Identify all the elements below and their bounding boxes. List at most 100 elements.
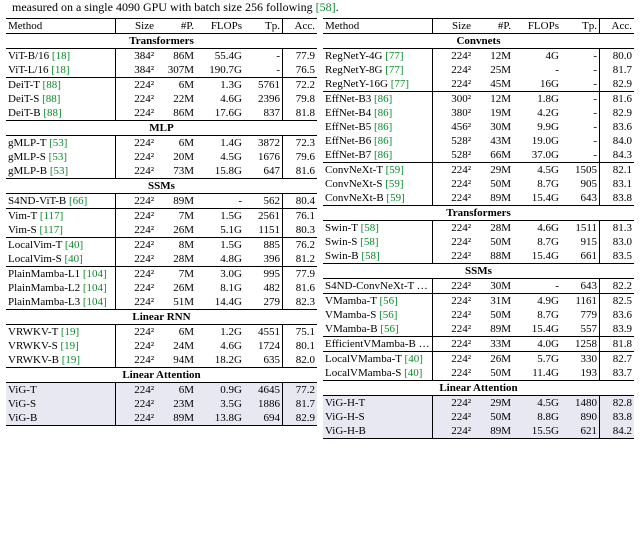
- flops-cell: 15.8G: [196, 164, 244, 179]
- caption-reference-link[interactable]: [58]: [316, 0, 336, 14]
- method-cell: gMLP-B [53]: [6, 164, 116, 179]
- caption-fragment: measured on a single 4090 GPU with batch…: [12, 0, 634, 16]
- flops-cell: 3.0G: [196, 266, 244, 281]
- flops-cell: 4.2G: [513, 106, 561, 120]
- reference-link[interactable]: [59]: [386, 192, 404, 204]
- table-row: RegNetY-4G [77]224²12M4G-80.0: [323, 48, 634, 63]
- params-cell: 25M: [473, 63, 513, 77]
- flops-cell: 0.9G: [196, 382, 244, 397]
- reference-link[interactable]: [19]: [62, 354, 80, 366]
- method-name: EffNet-B3: [325, 93, 374, 105]
- reference-link[interactable]: [40]: [64, 253, 82, 265]
- reference-link[interactable]: [104]: [83, 268, 107, 280]
- tp-cell: -: [561, 91, 600, 106]
- size-cell: 456²: [433, 120, 474, 134]
- reference-link[interactable]: [77]: [385, 64, 403, 76]
- tp-cell: -: [244, 63, 283, 78]
- acc-cell: 82.9: [283, 411, 318, 426]
- size-cell: 224²: [116, 237, 157, 252]
- table-row: VRWKV-T [19]224²6M1.2G455175.1: [6, 324, 317, 339]
- acc-cell: 75.1: [283, 324, 318, 339]
- reference-link[interactable]: [104]: [83, 282, 107, 294]
- size-cell: 224²: [116, 135, 157, 150]
- acc-cell: 82.1: [600, 162, 635, 177]
- tp-cell: -: [561, 134, 600, 148]
- reference-link[interactable]: [56]: [380, 323, 398, 335]
- reference-link[interactable]: [88]: [43, 79, 61, 91]
- method-cell: ViG-H-B: [323, 424, 433, 439]
- reference-link[interactable]: [58]: [360, 236, 378, 248]
- reference-link[interactable]: [53]: [50, 165, 68, 177]
- caption-text: measured on a single 4090 GPU with batch…: [12, 0, 316, 14]
- method-cell: LocalVMamba-S [40]: [323, 366, 433, 381]
- flops-cell: 1.3G: [196, 77, 244, 92]
- method-name: Swin-T: [325, 222, 361, 234]
- method-cell: RegNetY-8G [77]: [323, 63, 433, 77]
- reference-link[interactable]: [19]: [60, 340, 78, 352]
- reference-link[interactable]: [53]: [49, 151, 67, 163]
- reference-link[interactable]: [86]: [374, 93, 392, 105]
- reference-link[interactable]: [77]: [391, 78, 409, 90]
- reference-link[interactable]: [19]: [61, 326, 79, 338]
- table-row: DeiT-B [88]224²86M17.6G83781.8: [6, 106, 317, 121]
- acc-cell: 82.9: [600, 77, 635, 92]
- acc-cell: 80.3: [283, 223, 318, 238]
- method-cell: ConvNeXt-S [59]: [323, 177, 433, 191]
- flops-cell: 1.4G: [196, 135, 244, 150]
- reference-link[interactable]: [56]: [379, 295, 397, 307]
- size-cell: 224²: [116, 106, 157, 121]
- flops-cell: 14.4G: [196, 295, 244, 310]
- method-cell: LocalVim-S [40]: [6, 252, 116, 267]
- acc-cell: 84.0: [600, 134, 635, 148]
- col-acc: Acc.: [283, 18, 318, 33]
- size-cell: 224²: [433, 410, 474, 424]
- acc-cell: 81.3: [600, 220, 635, 235]
- size-cell: 224²: [116, 266, 157, 281]
- acc-cell: 83.1: [600, 177, 635, 191]
- reference-link[interactable]: [58]: [361, 250, 379, 262]
- reference-link[interactable]: [104]: [83, 296, 107, 308]
- section-header: Linear Attention: [6, 367, 317, 382]
- acc-cell: 83.9: [600, 322, 635, 337]
- reference-link[interactable]: [40]: [404, 367, 422, 379]
- method-name: LocalVim-S: [8, 253, 64, 265]
- reference-link[interactable]: [56]: [379, 309, 397, 321]
- reference-link[interactable]: [86]: [374, 121, 392, 133]
- flops-cell: 1.2G: [196, 324, 244, 339]
- reference-link[interactable]: [59]: [386, 164, 404, 176]
- reference-link[interactable]: [59]: [385, 178, 403, 190]
- table-row: RegNetY-16G [77]224²45M16G-82.9: [323, 77, 634, 92]
- reference-link[interactable]: [40]: [65, 239, 83, 251]
- reference-link[interactable]: [117]: [40, 210, 63, 222]
- reference-link[interactable]: [40]: [405, 353, 423, 365]
- size-cell: 224²: [433, 395, 474, 410]
- params-cell: 7M: [156, 266, 196, 281]
- reference-link[interactable]: [117]: [39, 224, 62, 236]
- reference-link[interactable]: [88]: [42, 93, 60, 105]
- method-cell: VRWKV-B [19]: [6, 353, 116, 368]
- method-name: ViG-T: [8, 384, 37, 396]
- tp-cell: 4551: [244, 324, 283, 339]
- reference-link[interactable]: [86]: [374, 107, 392, 119]
- reference-link[interactable]: [18]: [52, 50, 70, 62]
- tp-cell: -: [561, 148, 600, 163]
- reference-link[interactable]: [86]: [374, 149, 392, 161]
- table-row: PlainMamba-L2 [104]224²26M8.1G48281.6: [6, 281, 317, 295]
- reference-link[interactable]: [18]: [51, 64, 69, 76]
- method-cell: DeiT-T [88]: [6, 77, 116, 92]
- reference-link[interactable]: [88]: [43, 107, 61, 119]
- reference-link[interactable]: [77]: [385, 50, 403, 62]
- flops-cell: 4G: [513, 48, 561, 63]
- reference-link[interactable]: [86]: [374, 135, 392, 147]
- size-cell: 224²: [116, 77, 157, 92]
- reference-link[interactable]: [58]: [361, 222, 379, 234]
- method-name: RegNetY-16G: [325, 78, 391, 90]
- tp-cell: -: [561, 106, 600, 120]
- acc-cell: 81.2: [283, 252, 318, 267]
- method-cell: EffNet-B4 [86]: [323, 106, 433, 120]
- params-cell: 89M: [156, 411, 196, 426]
- params-cell: 28M: [473, 220, 513, 235]
- reference-link[interactable]: [66]: [69, 195, 87, 207]
- reference-link[interactable]: [53]: [49, 137, 67, 149]
- table-row: ViG-T224²6M0.9G464577.2: [6, 382, 317, 397]
